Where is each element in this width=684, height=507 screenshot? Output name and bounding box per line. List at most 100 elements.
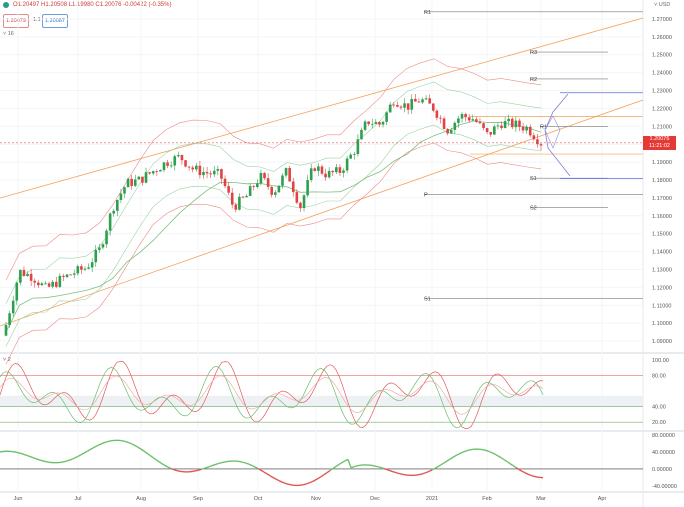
candle-body xyxy=(317,166,320,171)
candle-body xyxy=(220,169,223,179)
countdown-value: 11:21:02 xyxy=(648,142,670,149)
price-tick-label: 1.24000 xyxy=(652,71,672,77)
candle-body xyxy=(399,106,403,108)
price-chart[interactable]: R3R2R1S1PS2S1R1 Jun Jul Aug Sep Oct Nov Dec 202… xyxy=(0,0,684,507)
momentum-segment xyxy=(386,468,391,472)
candle-body xyxy=(29,273,33,281)
candle-body xyxy=(184,160,187,167)
momentum-segment xyxy=(164,464,169,468)
momentum-segment xyxy=(158,461,163,465)
pivot-label: S2 xyxy=(530,206,537,212)
price-tick-label: 1.27000 xyxy=(652,17,672,23)
candle-body xyxy=(159,170,162,172)
momentum-segment xyxy=(44,460,49,463)
momentum-segment xyxy=(371,464,376,467)
candle-body xyxy=(230,192,234,205)
momentum-segment xyxy=(506,461,511,465)
candle-body xyxy=(331,170,335,173)
candle-body xyxy=(406,103,410,110)
candle-body xyxy=(22,269,26,276)
momentum-segment xyxy=(107,440,112,443)
pivot-label: R1 xyxy=(424,10,431,16)
momentum-segment xyxy=(71,457,76,460)
momentum-segment xyxy=(242,461,247,464)
candle-body xyxy=(417,101,421,103)
candle-body xyxy=(33,280,37,283)
candle-body xyxy=(151,171,155,174)
momentum-segment xyxy=(305,482,310,485)
time-tick-label: Jul xyxy=(74,496,81,502)
candle-body xyxy=(424,98,428,100)
momentum-segment xyxy=(155,459,160,463)
momentum-segment xyxy=(311,479,316,483)
momentum-segment xyxy=(146,452,151,456)
momentum-segment xyxy=(440,462,445,466)
momentum-segment xyxy=(389,469,394,473)
momentum-segment xyxy=(209,464,214,468)
momentum-segment xyxy=(497,455,502,459)
candle-body xyxy=(485,128,489,133)
price-tick-label: 1.13000 xyxy=(652,267,672,273)
candle-body xyxy=(54,281,58,287)
candle-body xyxy=(442,118,446,129)
candle-body xyxy=(19,269,22,283)
current-price-value: 1.20076 xyxy=(649,135,670,142)
momentum-segment xyxy=(524,472,529,475)
momentum-segment xyxy=(503,458,508,463)
momentum-segment xyxy=(500,457,505,461)
momentum-segment xyxy=(443,460,448,464)
momentum-segment xyxy=(425,470,430,474)
candle-body xyxy=(367,121,370,125)
momentum-segment xyxy=(176,469,181,472)
pivot-label: R2 xyxy=(530,77,537,83)
candle-body xyxy=(116,199,119,211)
candle-body xyxy=(108,213,112,231)
momentum-segment xyxy=(221,461,226,464)
candle-body xyxy=(130,178,133,186)
candle-body xyxy=(467,117,471,121)
momentum-segment xyxy=(35,458,40,461)
candle-body xyxy=(449,129,453,134)
candle-body xyxy=(288,168,291,182)
price-tick-label: 1.16000 xyxy=(652,214,672,220)
momentum-segment xyxy=(23,453,28,457)
candle-body xyxy=(410,98,414,110)
candle-body xyxy=(360,129,363,140)
momentum-segment xyxy=(488,450,493,454)
momentum-segment xyxy=(104,440,109,444)
candle-body xyxy=(335,167,338,173)
candle-body xyxy=(205,172,209,174)
momentum-segment xyxy=(398,472,403,475)
time-tick-label: Aug xyxy=(136,496,146,502)
candle-body xyxy=(259,173,263,184)
momentum-segment xyxy=(263,471,268,475)
momentum-segment xyxy=(191,470,196,473)
candle-body xyxy=(324,173,327,178)
candle-body xyxy=(173,156,177,166)
inner-lower-band-line xyxy=(5,124,542,347)
candle-body xyxy=(198,165,202,176)
momentum-segment xyxy=(512,465,517,469)
price-tick-label: 1.19000 xyxy=(652,160,672,166)
time-tick-label: Sep xyxy=(193,496,203,502)
candle-body xyxy=(256,183,259,187)
candle-body xyxy=(363,121,367,130)
candle-body xyxy=(155,171,159,172)
candle-body xyxy=(295,192,299,203)
price-tick-label: 1.15000 xyxy=(652,232,672,238)
candle-body xyxy=(4,325,8,336)
momentum-segment xyxy=(332,465,337,470)
momentum-segment xyxy=(251,464,256,468)
candles xyxy=(4,94,543,337)
momentum-segment xyxy=(269,475,274,479)
candle-body xyxy=(482,123,485,129)
momentum-segment xyxy=(275,478,280,482)
momentum-segment xyxy=(419,472,424,476)
momentum-segment xyxy=(17,451,22,455)
candle-body xyxy=(15,282,19,301)
candle-body xyxy=(313,168,317,171)
price-tick-label: 1.23000 xyxy=(652,89,672,95)
candle-body xyxy=(177,155,180,157)
momentum-segment xyxy=(245,462,250,465)
stochastic-slow-line xyxy=(0,375,544,415)
